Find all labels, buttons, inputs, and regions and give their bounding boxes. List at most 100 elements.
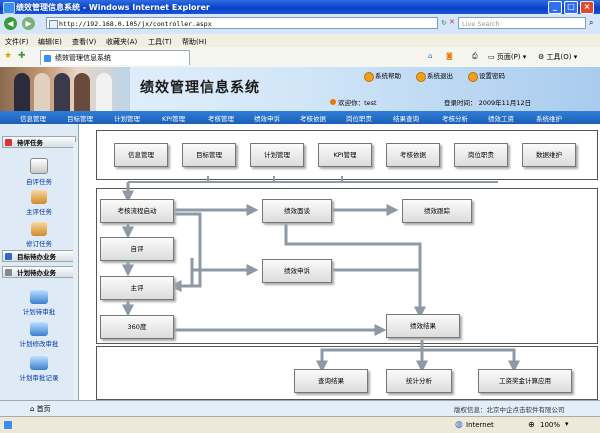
flow-appeal[interactable]: 绩效申诉 bbox=[262, 259, 332, 283]
key-icon bbox=[468, 72, 478, 82]
add-favorite-icon[interactable]: ✚ bbox=[18, 51, 26, 61]
module-data[interactable]: 数据维护 bbox=[522, 143, 576, 167]
close-button[interactable]: × bbox=[580, 1, 594, 14]
sidebar-item-revise[interactable]: 修订任务 bbox=[0, 222, 78, 248]
search-icon[interactable]: ⌕ bbox=[589, 18, 593, 28]
tools-menu[interactable]: ⚙ 工具(O) ▾ bbox=[538, 52, 577, 62]
menu-favorites[interactable]: 收藏夹(A) bbox=[106, 37, 137, 47]
home-link[interactable]: ⌂ 首页 bbox=[30, 404, 51, 414]
user-edit-icon bbox=[31, 222, 47, 236]
user-clipboard-icon bbox=[30, 158, 48, 174]
help-button-label: 系统帮助 bbox=[375, 72, 401, 80]
search-input[interactable]: Live Search bbox=[458, 17, 586, 29]
forward-icon[interactable]: ▶ bbox=[22, 17, 35, 30]
flow-interview[interactable]: 绩效面谈 bbox=[262, 199, 332, 223]
menu-tools[interactable]: 工具(T) bbox=[148, 37, 172, 47]
nav-plan[interactable]: 计划管理 bbox=[114, 113, 140, 123]
flow-360[interactable]: 360度 bbox=[100, 315, 174, 339]
nav-info[interactable]: 信息管理 bbox=[20, 113, 46, 123]
print-icon[interactable]: ⎙ bbox=[472, 52, 478, 61]
nav-target[interactable]: 目标管理 bbox=[67, 113, 93, 123]
section-plan-tasks[interactable]: 计划待办业务 bbox=[2, 266, 76, 278]
nav-salary[interactable]: 绩效工资 bbox=[488, 113, 514, 123]
logout-button[interactable]: 系统退出 bbox=[416, 71, 453, 82]
sidebar-item-main-eval[interactable]: 主评任务 bbox=[0, 190, 78, 216]
feeds-icon[interactable]: ◙ bbox=[446, 52, 453, 60]
url-input[interactable]: http://192.168.0.105/jx/controller.aspx bbox=[46, 17, 438, 29]
module-info[interactable]: 信息管理 bbox=[114, 143, 168, 167]
window-titlebar: 绩效管理信息系统 - Windows Internet Explorer _ □… bbox=[0, 0, 600, 14]
help-button[interactable]: 系统帮助 bbox=[364, 71, 401, 82]
tab-current[interactable]: 绩效管理信息系统 bbox=[40, 50, 190, 65]
menu-edit[interactable]: 编辑(E) bbox=[38, 37, 62, 47]
nav-basis[interactable]: 考核依据 bbox=[300, 113, 326, 123]
zoom-level[interactable]: 100% bbox=[540, 421, 560, 429]
result-stats[interactable]: 统计分析 bbox=[386, 369, 452, 393]
sidebar-item-label: 计划审批记录 bbox=[19, 374, 59, 382]
nav-system[interactable]: 系统维护 bbox=[536, 113, 562, 123]
page-menu-label: 页面(P) bbox=[496, 53, 521, 61]
nav-kpi[interactable]: KPI管理 bbox=[162, 113, 185, 123]
logout-icon bbox=[416, 72, 426, 82]
page-menu[interactable]: ▭ 页面(P) ▾ bbox=[488, 52, 526, 62]
user-icon bbox=[330, 99, 336, 105]
flow-tracking[interactable]: 绩效跟踪 bbox=[402, 199, 472, 223]
status-bar: ◍ Internet ⊕ 100% ▾ bbox=[0, 416, 600, 433]
minimize-button[interactable]: _ bbox=[548, 1, 562, 14]
menu-view[interactable]: 查看(V) bbox=[72, 37, 96, 47]
sidebar-scrollbar[interactable] bbox=[73, 142, 78, 400]
flow-self-eval[interactable]: 自评 bbox=[100, 237, 174, 261]
main-nav: 信息管理 目标管理 计划管理 KPI管理 考核管理 绩效申诉 考核依据 岗位职责… bbox=[0, 111, 600, 124]
module-target[interactable]: 目标管理 bbox=[182, 143, 236, 167]
maximize-button[interactable]: □ bbox=[564, 1, 578, 14]
module-kpi[interactable]: KPI管理 bbox=[318, 143, 372, 167]
plan-icon bbox=[5, 269, 12, 276]
sidebar-item-plan-modify[interactable]: 计划修改审批 bbox=[0, 322, 78, 348]
back-icon[interactable]: ◀ bbox=[4, 17, 17, 30]
module-plan[interactable]: 计划管理 bbox=[250, 143, 304, 167]
zoom-icon[interactable]: ⊕ bbox=[528, 420, 535, 429]
tools-menu-label: 工具(O) bbox=[546, 53, 572, 61]
menu-file[interactable]: 文件(F) bbox=[5, 37, 29, 47]
nav-duties[interactable]: 岗位职责 bbox=[346, 113, 372, 123]
section-label: 计划待办业务 bbox=[17, 269, 56, 277]
module-duties[interactable]: 岗位职责 bbox=[454, 143, 508, 167]
password-button[interactable]: 设置密码 bbox=[468, 71, 505, 82]
user-icon bbox=[31, 190, 47, 204]
refresh-icon[interactable]: ↻ bbox=[441, 19, 447, 27]
menu-bar: 文件(F) 编辑(E) 查看(V) 收藏夹(A) 工具(T) 帮助(H) bbox=[0, 34, 600, 48]
sidebar-item-label: 修订任务 bbox=[26, 240, 52, 248]
target-icon bbox=[5, 253, 12, 260]
sidebar: 待评任务 自评任务 主评任务 修订任务 目标待办业务 计划待办业务 计划待审批 … bbox=[0, 124, 79, 400]
address-toolbar: ◀ ▶ http://192.168.0.105/jx/controller.a… bbox=[0, 14, 600, 35]
nav-results[interactable]: 结果查询 bbox=[393, 113, 419, 123]
flow-result[interactable]: 绩效结果 bbox=[386, 314, 460, 338]
person-figure bbox=[34, 73, 50, 111]
nav-appeal[interactable]: 绩效申诉 bbox=[254, 113, 280, 123]
password-button-label: 设置密码 bbox=[479, 72, 505, 80]
stop-icon[interactable]: ✕ bbox=[449, 18, 455, 26]
nav-assess[interactable]: 考核管理 bbox=[208, 113, 234, 123]
page-status-icon bbox=[4, 421, 12, 429]
globe-icon: ◍ bbox=[455, 420, 463, 430]
result-salary[interactable]: 工资奖金计算应用 bbox=[478, 369, 572, 393]
login-time: 登录时间： 2009年11月12日 bbox=[444, 99, 532, 107]
section-target-tasks[interactable]: 目标待办业务 bbox=[2, 250, 76, 262]
person-figure bbox=[96, 73, 112, 111]
sidebar-item-plan-approve[interactable]: 计划待审批 bbox=[0, 290, 78, 316]
sidebar-item-plan-record[interactable]: 计划审批记录 bbox=[0, 356, 78, 382]
help-icon bbox=[364, 72, 374, 82]
section-pending-tasks[interactable]: 待评任务 bbox=[2, 136, 76, 148]
menu-help[interactable]: 帮助(H) bbox=[182, 37, 207, 47]
tab-label: 绩效管理信息系统 bbox=[55, 54, 111, 62]
nav-analysis[interactable]: 考核分析 bbox=[442, 113, 468, 123]
result-query[interactable]: 查询结果 bbox=[294, 369, 368, 393]
sidebar-item-self-eval[interactable]: 自评任务 bbox=[0, 158, 78, 186]
zoom-dropdown-icon[interactable]: ▾ bbox=[565, 420, 569, 428]
home-icon[interactable]: ⌂ bbox=[428, 52, 432, 60]
module-basis[interactable]: 考核依据 bbox=[386, 143, 440, 167]
favorites-star-icon[interactable]: ★ bbox=[4, 51, 12, 61]
welcome-text: 欢迎你：test bbox=[330, 97, 377, 107]
flow-start[interactable]: 考核流程启动 bbox=[100, 199, 174, 223]
flow-main-eval[interactable]: 主评 bbox=[100, 276, 174, 300]
